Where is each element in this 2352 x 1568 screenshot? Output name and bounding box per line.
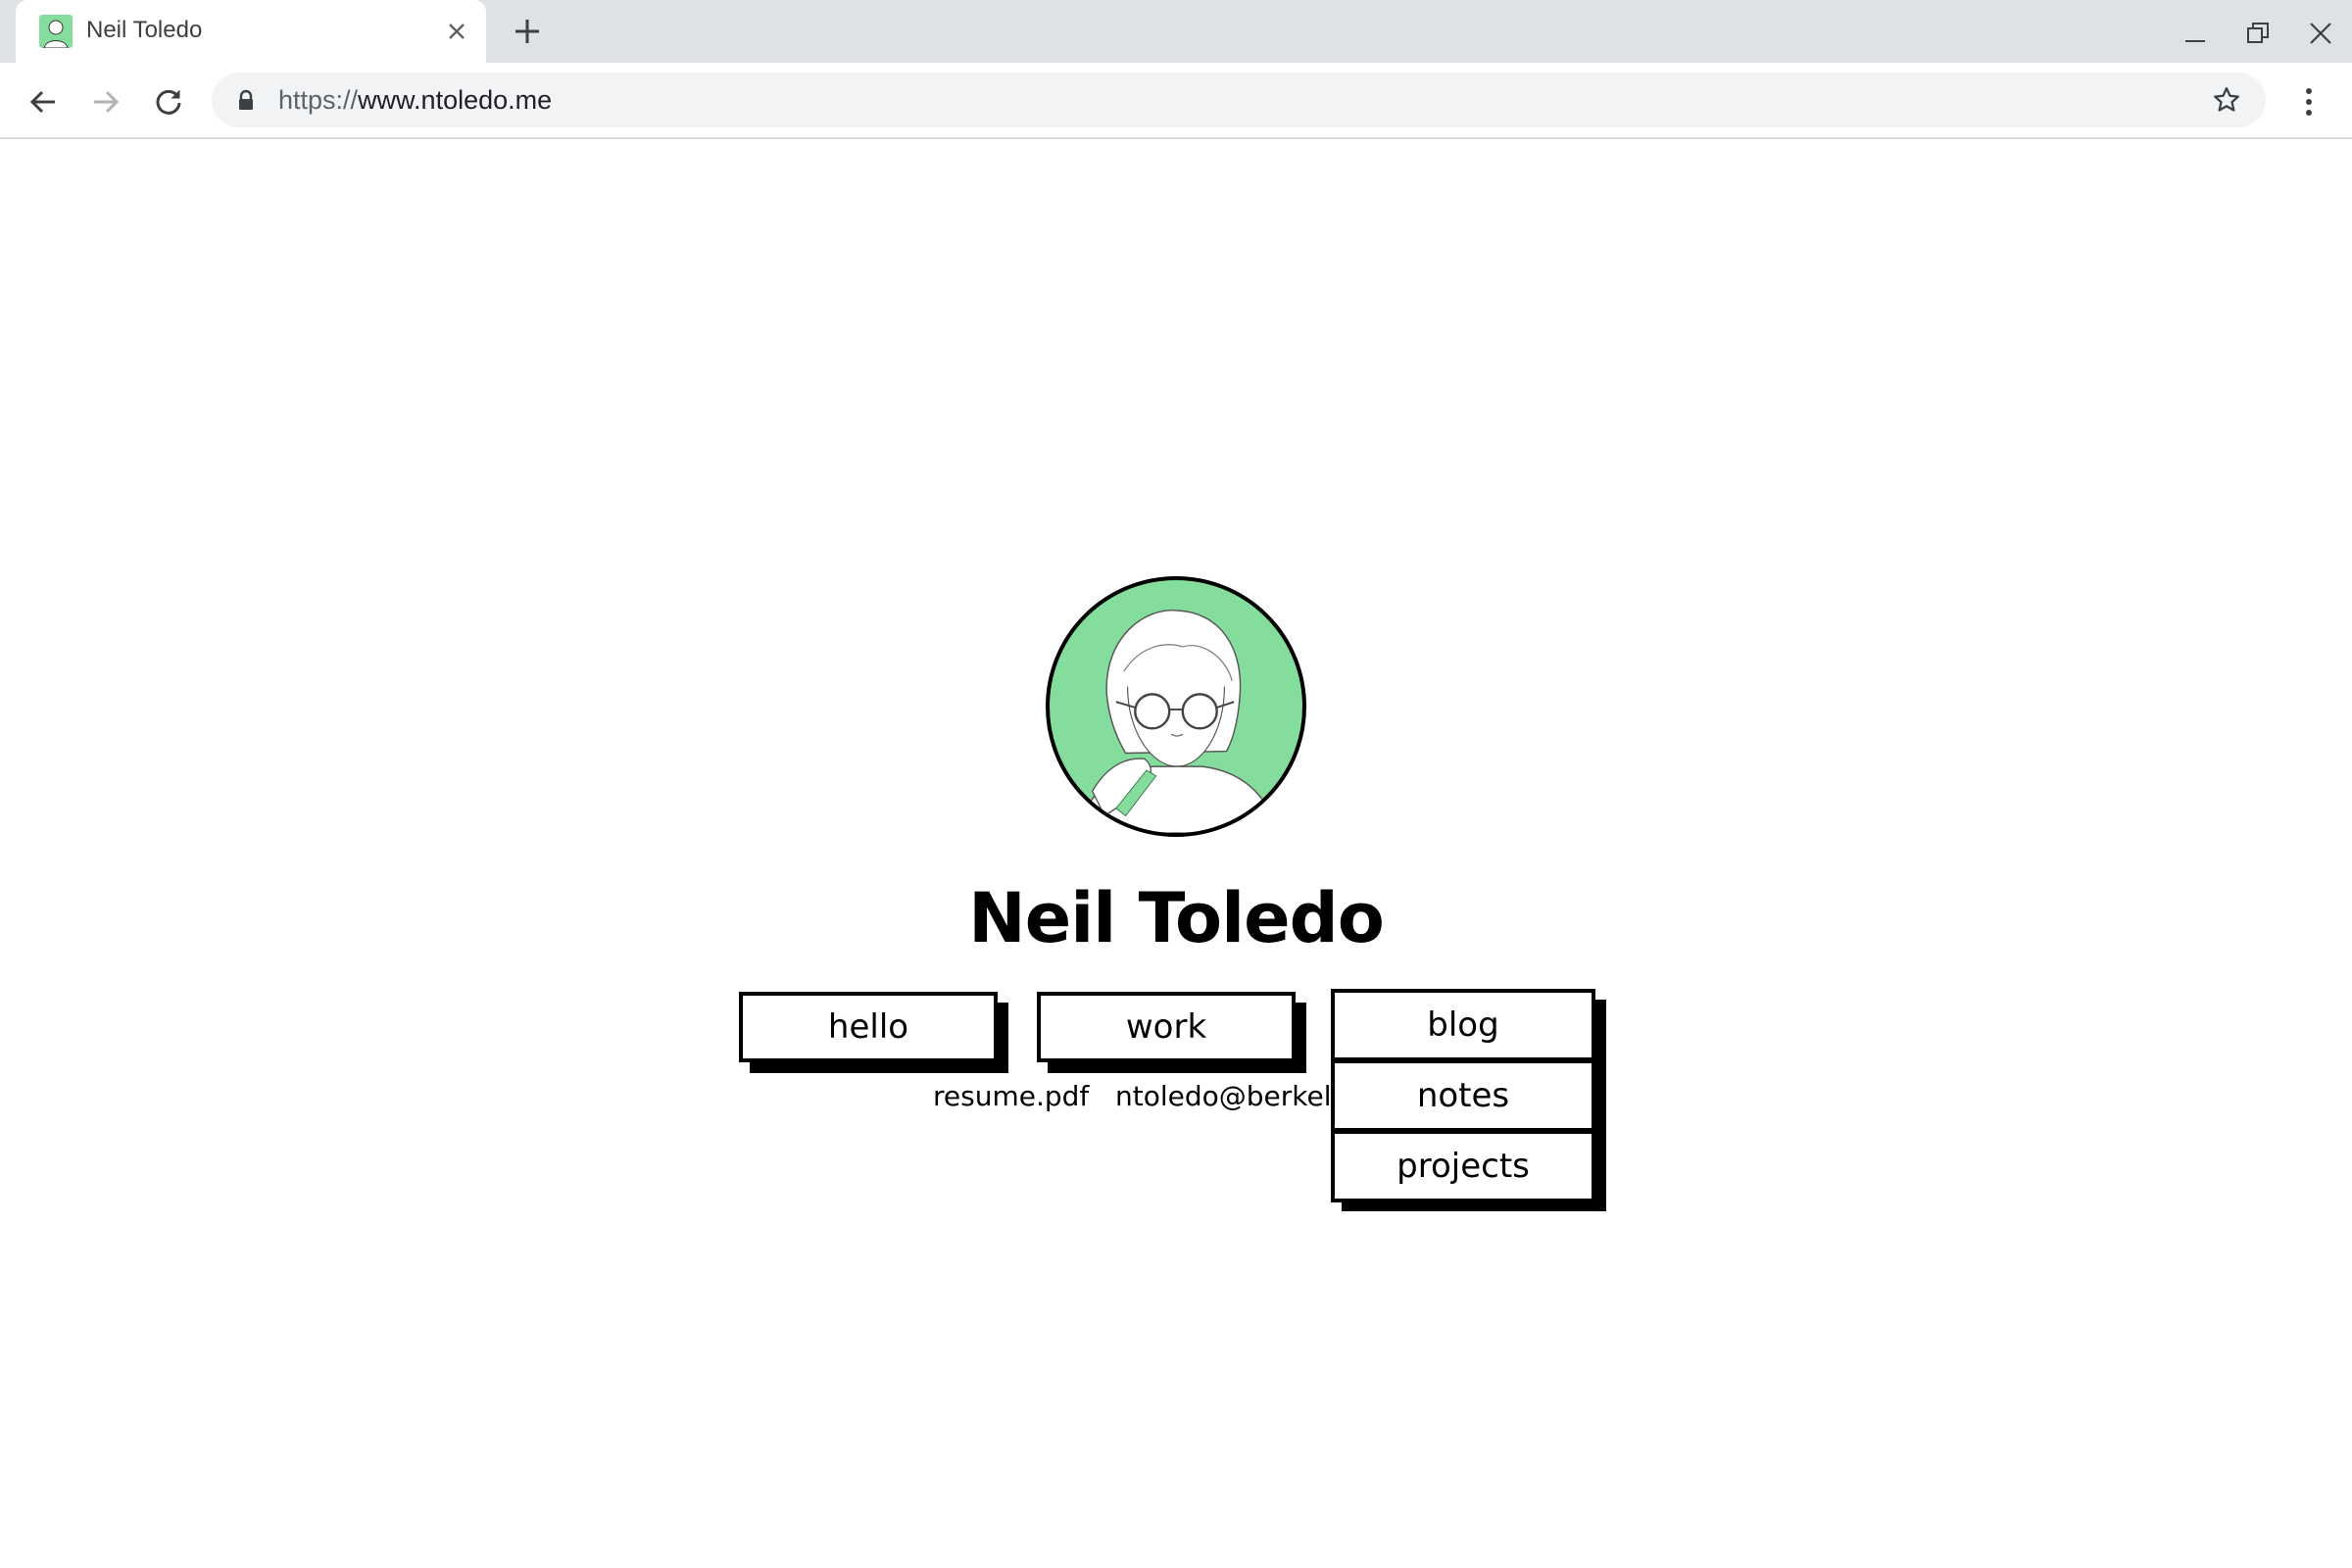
forward-arrow-icon[interactable] <box>84 80 127 123</box>
plus-icon[interactable] <box>510 14 545 49</box>
url-text: https://www.ntoledo.me <box>278 85 552 116</box>
lock-icon <box>235 89 257 111</box>
email-link-clip: ntoledo@berkel <box>1115 1074 1331 1121</box>
browser-toolbar: https://www.ntoledo.me <box>0 63 2352 139</box>
url-host: www.ntoledo.me <box>358 85 553 115</box>
notes-button[interactable]: notes <box>1331 1059 1595 1132</box>
address-bar[interactable]: https://www.ntoledo.me <box>212 73 2266 127</box>
avatar-illustration <box>1077 610 1279 833</box>
resume-link[interactable]: resume.pdf <box>933 1080 1089 1112</box>
close-icon[interactable] <box>441 16 472 47</box>
work-button[interactable]: work <box>1037 992 1296 1062</box>
avatar <box>1046 576 1306 837</box>
favicon-avatar-icon <box>39 15 73 48</box>
blog-dropdown: blog notes projects <box>1331 989 1595 1202</box>
back-arrow-icon[interactable] <box>22 80 65 123</box>
blog-button[interactable]: blog <box>1331 989 1595 1061</box>
star-icon[interactable] <box>2211 84 2242 116</box>
minimize-icon[interactable] <box>2176 14 2215 53</box>
projects-button[interactable]: projects <box>1331 1130 1595 1202</box>
browser-titlebar: Neil Toledo <box>0 0 2352 63</box>
restore-icon[interactable] <box>2238 14 2278 53</box>
window-close-icon[interactable] <box>2301 14 2340 53</box>
tab-title: Neil Toledo <box>86 17 203 43</box>
more-vert-icon[interactable] <box>2289 80 2328 123</box>
email-link[interactable]: ntoledo@berkel <box>1115 1080 1331 1112</box>
url-scheme: https:// <box>278 85 359 115</box>
reload-icon[interactable] <box>147 80 190 123</box>
browser-tab[interactable]: Neil Toledo <box>16 0 486 63</box>
hello-button[interactable]: hello <box>739 992 998 1062</box>
page-title: Neil Toledo <box>968 878 1385 958</box>
